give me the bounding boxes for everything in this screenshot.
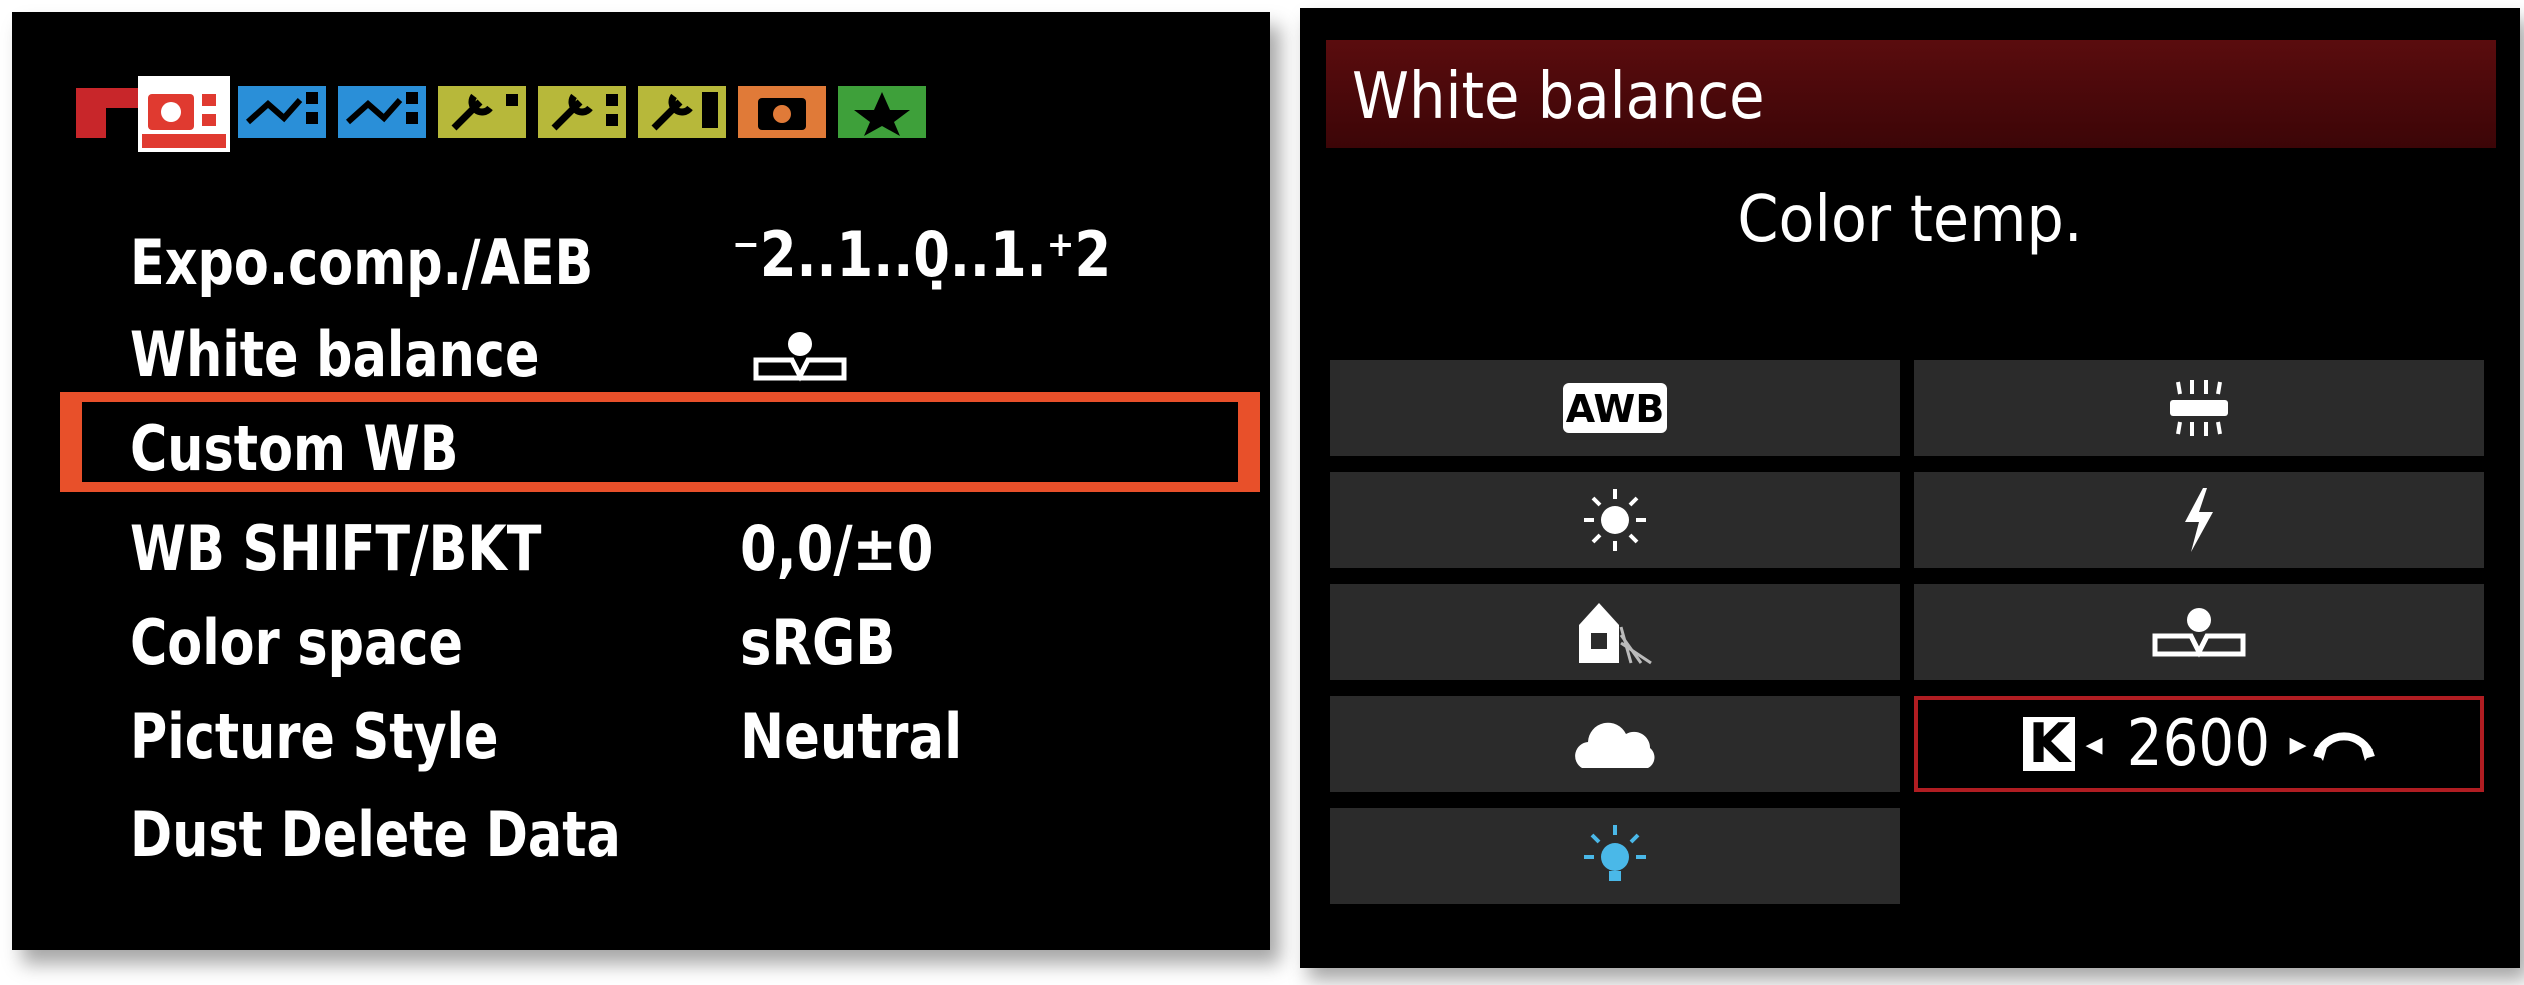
menu-item-color-space[interactable]: Color space xyxy=(130,612,463,674)
tab-shooting-2[interactable] xyxy=(136,74,232,154)
tab-setup-3[interactable] xyxy=(634,82,730,142)
wb-header-bar: White balance xyxy=(1326,40,2496,148)
wb-option-shade[interactable] xyxy=(1330,584,1900,680)
wb-option-color-temp[interactable]: K ◂ 2600 ▸ xyxy=(1914,696,2484,792)
menu-item-dust-delete-data[interactable]: Dust Delete Data xyxy=(130,804,621,866)
exposure-scale: ⁻2..1..0̣..1.⁺2 xyxy=(732,218,1112,291)
menu-item-picture-style[interactable]: Picture Style xyxy=(130,706,499,768)
wb-current-mode-label: Color temp. xyxy=(1737,183,2083,257)
custom-wb-icon xyxy=(2152,608,2246,658)
tab-custom-functions[interactable] xyxy=(734,82,830,142)
wb-option-custom[interactable] xyxy=(1914,584,2484,680)
picture-style-value: Neutral xyxy=(740,700,963,773)
menu-item-expo-comp-aeb[interactable]: Expo.comp./AEB xyxy=(130,232,593,294)
menu-item-custom-wb[interactable]: Custom WB xyxy=(130,418,458,480)
flash-icon xyxy=(2185,488,2213,552)
cloudy-icon xyxy=(1575,722,1655,768)
wb-shift-value: 0,0/±0 xyxy=(740,512,934,585)
daylight-icon xyxy=(1584,489,1646,551)
fluorescent-icon xyxy=(2170,380,2228,436)
awb-icon: AWB xyxy=(1563,383,1667,433)
wb-option-tungsten[interactable] xyxy=(1330,808,1900,904)
menu-item-wb-shift-bkt[interactable]: WB SHIFT/BKT xyxy=(130,518,541,580)
tab-setup-2[interactable] xyxy=(534,82,630,142)
custom-wb-icon xyxy=(752,330,848,382)
tab-my-menu[interactable] xyxy=(834,82,930,142)
tab-playback-2[interactable] xyxy=(334,82,430,142)
wb-option-fluorescent[interactable] xyxy=(1914,360,2484,456)
tab-setup-1[interactable] xyxy=(434,82,530,142)
wb-title: White balance xyxy=(1352,60,1765,134)
main-dial-icon xyxy=(2312,732,2375,761)
camera-menu-panel: Expo.comp./AEB ⁻2..1..0̣..1.⁺2 White bal… xyxy=(12,12,1270,950)
svg-text:AWB: AWB xyxy=(1566,387,1665,431)
white-balance-panel: White balance Color temp. AWB K ◂ 2600 ▸ xyxy=(1300,8,2520,968)
kelvin-badge: K xyxy=(2023,717,2076,771)
tungsten-icon xyxy=(1584,825,1646,881)
wb-option-daylight[interactable] xyxy=(1330,472,1900,568)
color-space-value: sRGB xyxy=(740,606,896,679)
tab-playback-1[interactable] xyxy=(234,82,330,142)
menu-item-white-balance[interactable]: White balance xyxy=(130,324,539,386)
increase-arrow-icon[interactable]: ▸ xyxy=(2289,724,2306,764)
wb-option-cloudy[interactable] xyxy=(1330,696,1900,792)
color-temp-value: 2600 xyxy=(2126,707,2270,781)
wb-option-awb[interactable]: AWB xyxy=(1330,360,1900,456)
decrease-arrow-icon[interactable]: ◂ xyxy=(2085,724,2102,764)
wb-option-flash[interactable] xyxy=(1914,472,2484,568)
shade-icon xyxy=(1579,603,1652,665)
